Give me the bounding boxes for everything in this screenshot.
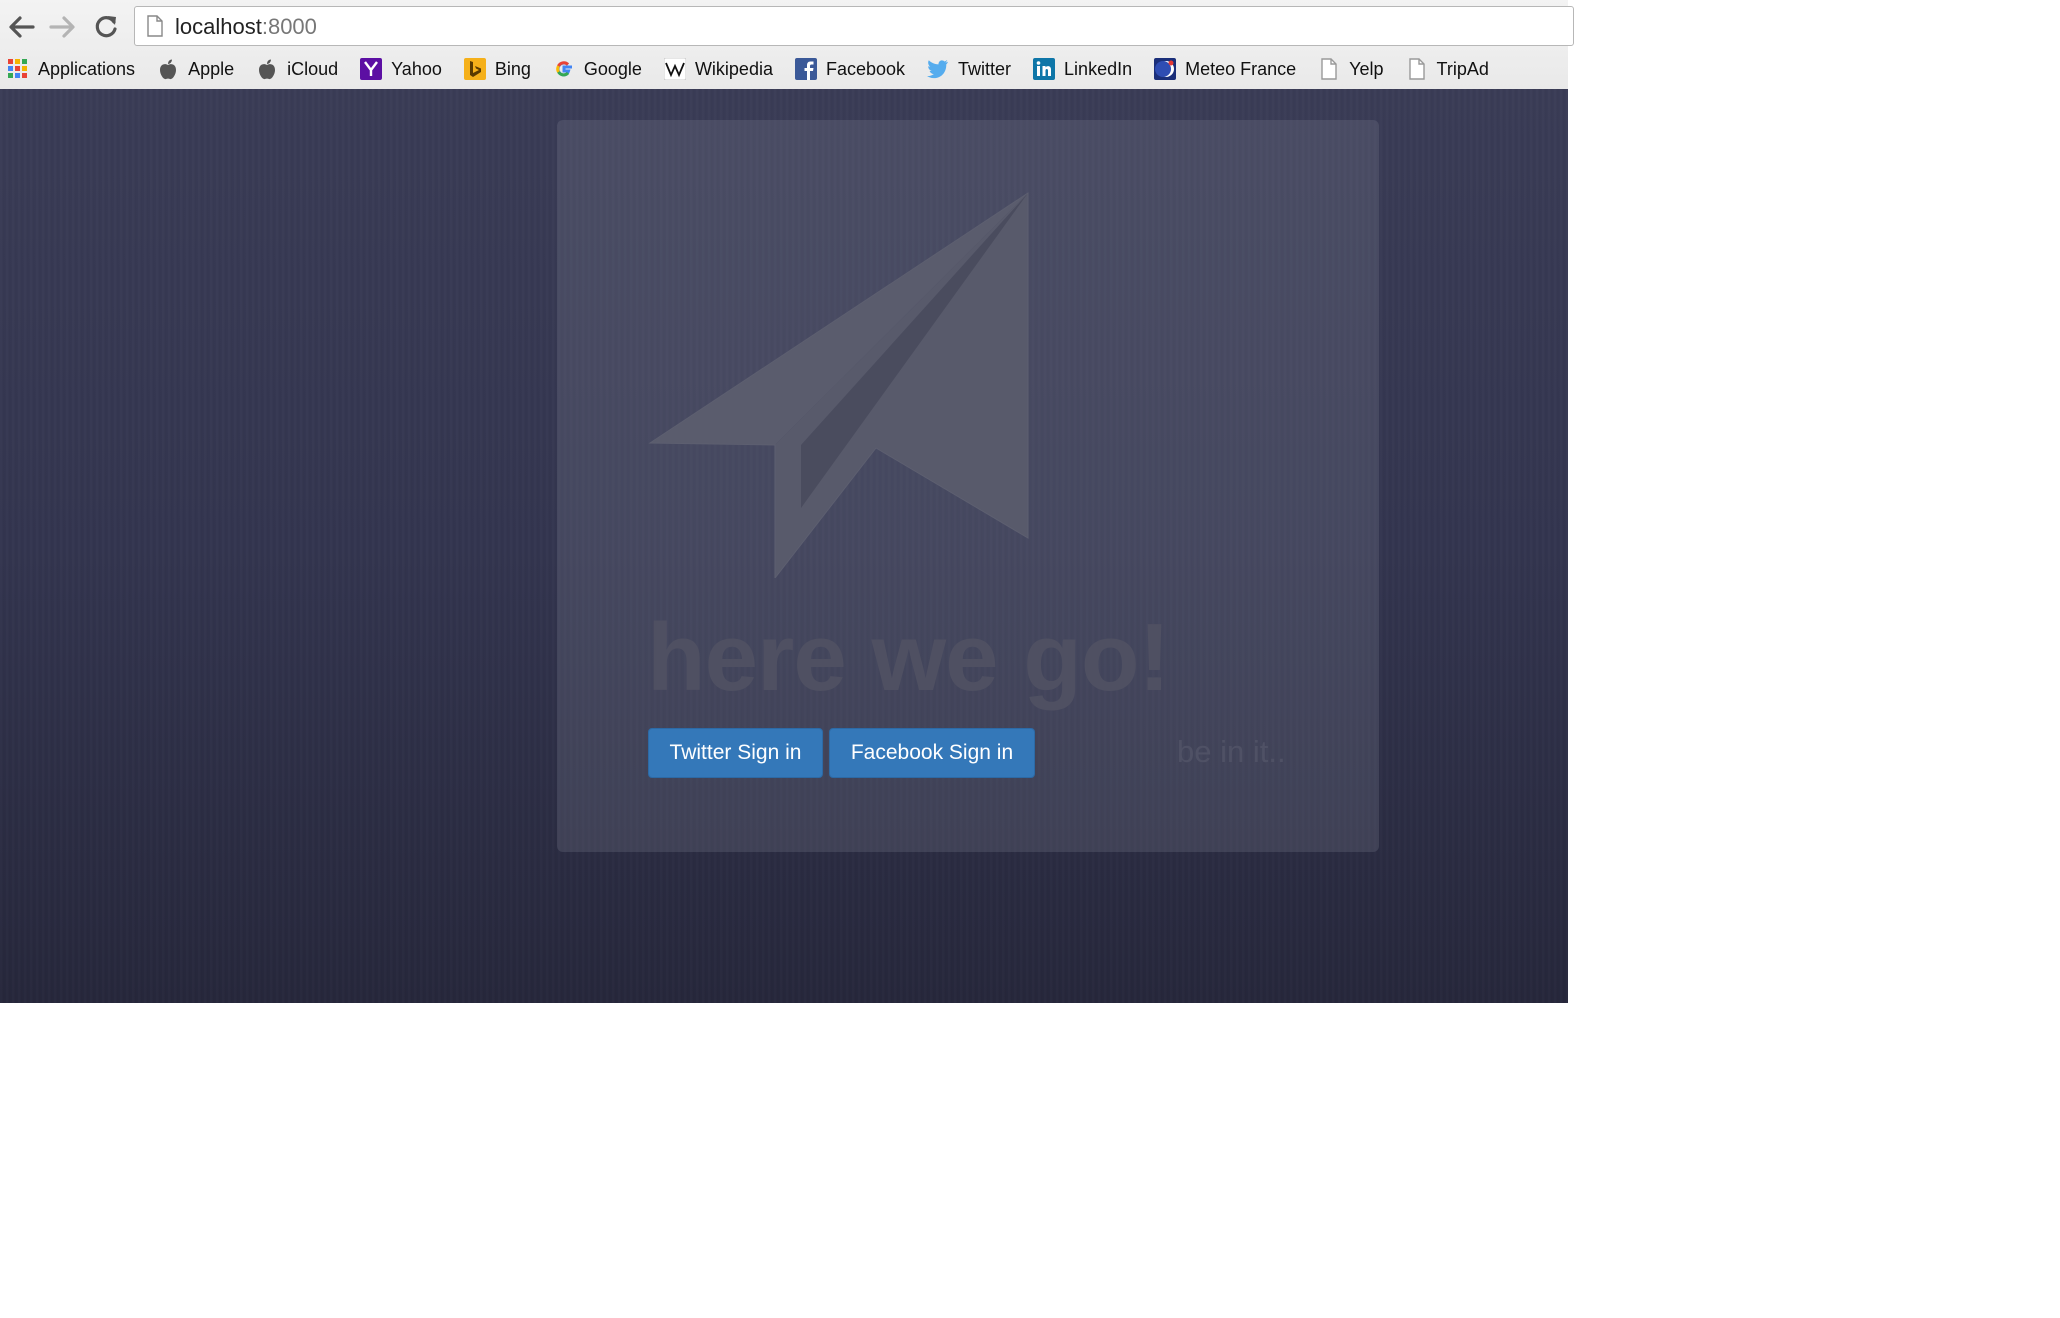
login-card: here we go! Twitter Sign in Facebook Sig… — [557, 120, 1379, 852]
bookmark-twitter[interactable]: Twitter — [927, 54, 1011, 84]
page-background: here we go! Twitter Sign in Facebook Sig… — [0, 89, 1568, 1003]
bookmark-label: LinkedIn — [1064, 58, 1133, 79]
bookmark-yelp[interactable]: Yelp — [1318, 54, 1384, 84]
page-icon — [1318, 58, 1340, 80]
tagline: be in it.. — [1177, 734, 1286, 769]
page-icon — [1406, 58, 1428, 80]
bookmark-label: Meteo France — [1185, 58, 1297, 79]
bookmark-label: Facebook — [825, 58, 906, 79]
twitter-icon — [927, 58, 949, 80]
url-text: localhost:8000 — [175, 14, 317, 40]
apps-grid-icon — [7, 58, 29, 80]
yahoo-icon — [360, 58, 383, 80]
reload-button[interactable] — [88, 9, 124, 45]
browser-toolbar: localhost:8000 — [0, 0, 1574, 50]
address-bar[interactable]: localhost:8000 — [134, 6, 1574, 46]
reload-icon — [95, 16, 117, 38]
facebook-icon — [794, 58, 817, 80]
paper-plane-icon — [648, 192, 1029, 578]
facebook-sign-in-button[interactable]: Facebook Sign in — [829, 728, 1035, 778]
bookmark-google[interactable]: Google — [553, 54, 642, 84]
bing-icon — [463, 58, 486, 80]
bookmark-label: Bing — [494, 58, 531, 79]
bookmark-bing[interactable]: Bing — [463, 54, 531, 84]
back-arrow-icon — [9, 16, 35, 38]
linkedin-icon — [1033, 58, 1056, 80]
apple-icon — [157, 58, 179, 80]
wikipedia-icon — [663, 58, 686, 80]
bookmark-label: Apple — [188, 58, 235, 79]
forward-arrow-icon — [49, 16, 75, 38]
headline: here we go! — [647, 604, 1170, 711]
bookmark-label: Twitter — [958, 58, 1012, 79]
meteo-france-icon — [1154, 58, 1177, 80]
bookmark-label: Wikipedia — [694, 58, 773, 79]
bookmarks-bar: Applications Apple iCloud Yahoo Bing Goo… — [0, 50, 1568, 88]
twitter-sign-in-button[interactable]: Twitter Sign in — [648, 728, 823, 778]
bookmark-label: Yelp — [1349, 58, 1384, 79]
url-port: :8000 — [261, 14, 317, 39]
page-icon — [147, 15, 163, 37]
url-host: localhost — [175, 14, 262, 39]
bookmark-applications[interactable]: Applications — [7, 54, 135, 84]
bookmark-label: iCloud — [287, 58, 339, 79]
bookmark-label: Applications — [38, 58, 136, 79]
forward-button[interactable] — [45, 9, 81, 45]
bookmark-yahoo[interactable]: Yahoo — [360, 54, 442, 84]
back-button[interactable] — [3, 9, 39, 45]
bookmark-meteo-france[interactable]: Meteo France — [1154, 54, 1296, 84]
bookmark-label: Yahoo — [391, 58, 442, 79]
bookmark-facebook[interactable]: Facebook — [794, 54, 906, 84]
google-icon — [553, 58, 575, 80]
bookmark-icloud[interactable]: iCloud — [256, 54, 338, 84]
bookmark-tripad[interactable]: TripAd — [1406, 54, 1489, 84]
bookmark-wikipedia[interactable]: Wikipedia — [663, 54, 773, 84]
bookmark-label: TripAd — [1436, 58, 1489, 79]
browser-chrome: localhost:8000 Applications Apple iCloud… — [0, 0, 1574, 90]
apple-icon — [256, 58, 278, 80]
bookmark-linkedin[interactable]: LinkedIn — [1033, 54, 1132, 84]
bookmark-apple[interactable]: Apple — [157, 54, 234, 84]
bookmark-label: Google — [583, 58, 642, 79]
